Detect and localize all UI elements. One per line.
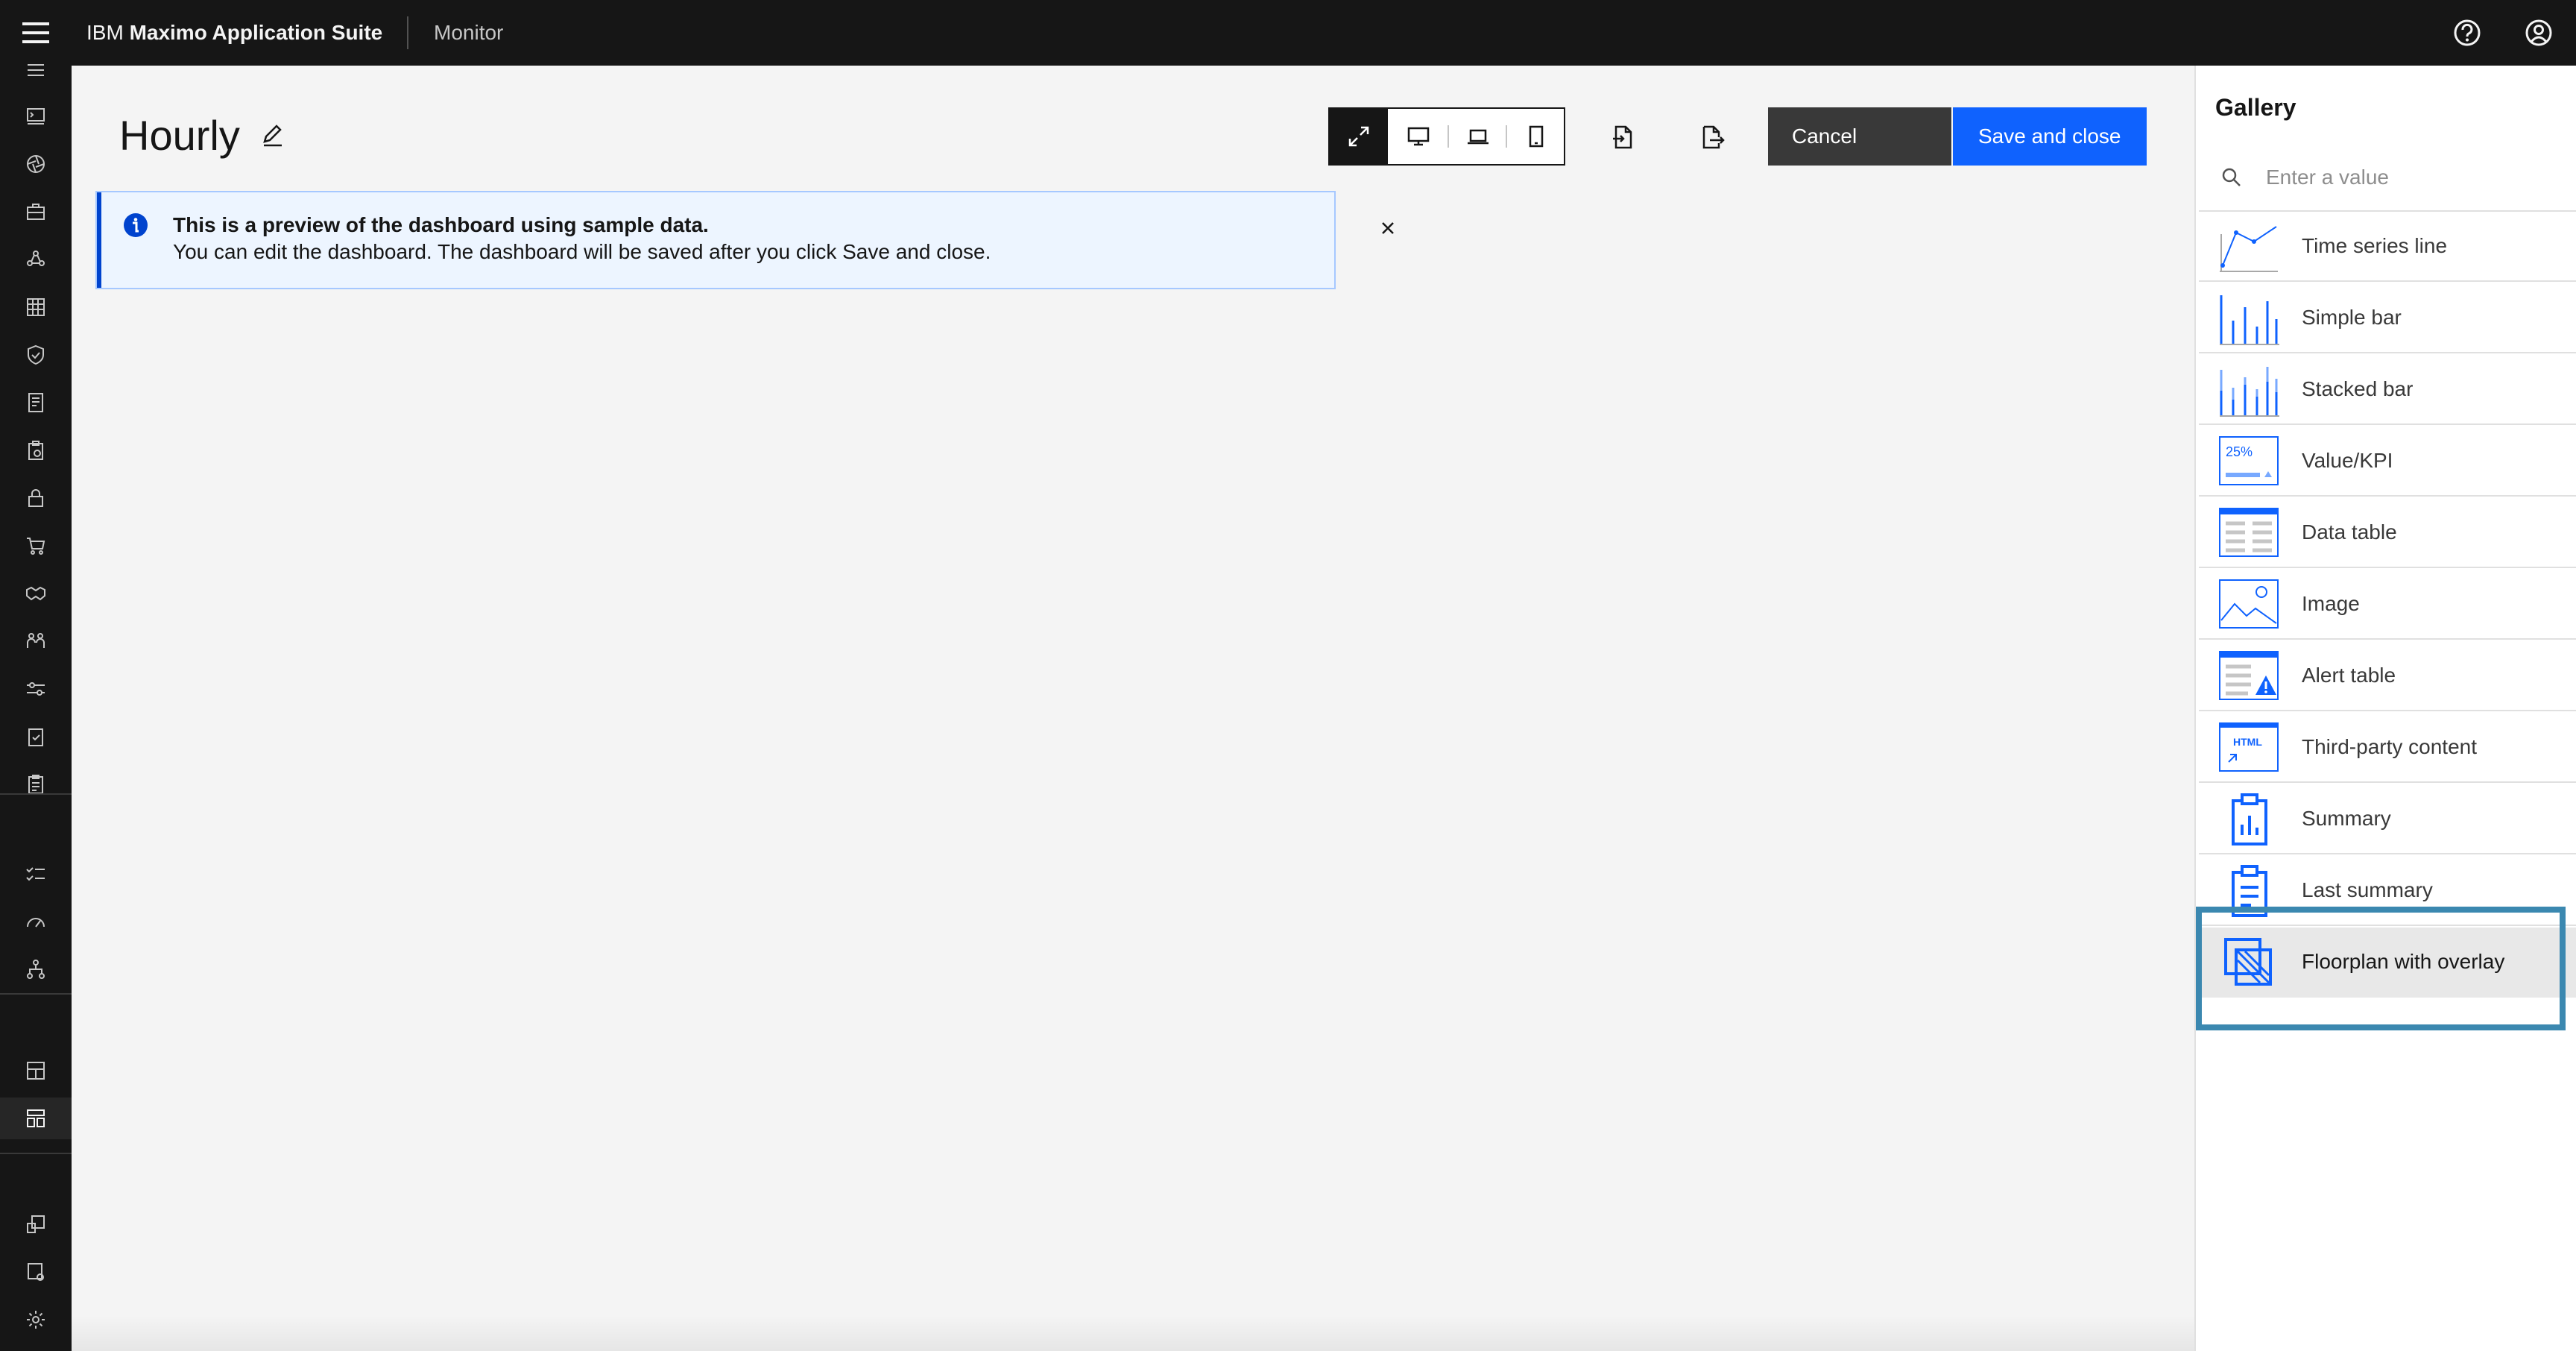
top-header: IBM Maximo Application Suite Monitor (0, 0, 2576, 66)
header-divider (407, 16, 408, 49)
notification-body: You can edit the dashboard. The dashboar… (173, 240, 991, 263)
fit-to-screen-icon[interactable] (1330, 109, 1388, 164)
desktop-icon[interactable] (1389, 109, 1448, 164)
asset-icon[interactable] (0, 1203, 72, 1245)
lock-icon[interactable] (0, 477, 72, 519)
brand-prefix: IBM (86, 21, 124, 44)
brand-name[interactable]: IBM Maximo Application Suite (86, 16, 382, 49)
gallery-search (2199, 143, 2576, 212)
gallery-item-label: Value/KPI (2302, 449, 2393, 472)
gallery-item-label: Image (2302, 592, 2360, 615)
list-icon[interactable] (0, 49, 72, 91)
simple-bar-icon (2220, 295, 2279, 345)
tablet-icon[interactable] (1507, 109, 1565, 164)
gallery-item-summary[interactable]: Summary (2199, 784, 2576, 854)
gallery-item-label: Last summary (2302, 878, 2433, 901)
html-thumb-text: HTML (2233, 736, 2262, 748)
value-kpi-icon: 25% (2219, 436, 2279, 485)
save-and-close-button[interactable]: Save and close (1953, 107, 2147, 166)
notification-accent-bar (97, 192, 101, 288)
gallery-item-label: Data table (2302, 520, 2397, 544)
pencil-icon[interactable] (258, 121, 288, 151)
summary-icon (2232, 793, 2267, 845)
gallery-item-data-table[interactable]: Data table (2199, 498, 2576, 568)
task-icon[interactable] (0, 716, 72, 758)
gallery-item-stacked-bar[interactable]: Stacked bar (2199, 355, 2576, 425)
gallery-item-floorplan-with-overlay[interactable]: Floorplan with overlay (2199, 928, 2576, 998)
alert-table-icon (2219, 651, 2279, 700)
handshake-icon[interactable] (0, 573, 72, 614)
kpi-thumb-text: 25% (2226, 444, 2253, 459)
gallery-item-label: Alert table (2302, 664, 2396, 687)
gallery-item-label: Floorplan with overlay (2302, 950, 2505, 973)
page-title: Hourly (119, 112, 240, 159)
export-icon[interactable] (1683, 107, 1743, 166)
import-icon[interactable] (1594, 107, 1653, 166)
html-content-icon: HTML (2219, 722, 2279, 772)
brand-product: Maximo Application Suite (129, 21, 383, 44)
search-icon (2222, 168, 2241, 186)
gallery-item-alert-table[interactable]: Alert table (2199, 641, 2576, 711)
close-icon[interactable] (1373, 213, 1403, 243)
gear-icon[interactable] (0, 1299, 72, 1341)
flow-icon[interactable] (0, 239, 72, 280)
data-table-icon (2219, 508, 2279, 557)
gallery-item-image[interactable]: Image (2199, 570, 2576, 640)
report-icon[interactable] (0, 763, 72, 805)
gallery-item-third-party-content[interactable]: HTML Third-party content (2199, 713, 2576, 783)
security-settings-icon[interactable] (0, 1251, 72, 1293)
calendar-grid-icon[interactable] (0, 286, 72, 328)
help-icon[interactable] (2446, 12, 2488, 54)
collaborate-icon[interactable] (0, 620, 72, 662)
document-icon[interactable] (0, 382, 72, 423)
gallery-item-last-summary[interactable]: Last summary (2199, 856, 2576, 926)
info-icon (124, 213, 148, 237)
gallery-item-time-series-line[interactable]: Time series line (2199, 212, 2576, 282)
gallery-title: Gallery (2215, 94, 2296, 121)
gallery-item-label: Time series line (2302, 234, 2448, 257)
gallery-item-simple-bar[interactable]: Simple bar (2199, 283, 2576, 353)
checklist-icon[interactable] (0, 853, 72, 895)
gallery-item-label: Third-party content (2302, 735, 2477, 758)
laptop-icon[interactable] (1449, 109, 1507, 164)
hierarchy-icon[interactable] (0, 948, 72, 990)
stacked-bar-icon (2220, 367, 2279, 417)
menu-icon[interactable] (15, 13, 57, 52)
floorplan-icon (2224, 938, 2272, 986)
info-notification: This is a preview of the dashboard using… (95, 191, 1394, 289)
gauge-icon[interactable] (0, 901, 72, 942)
gallery-item-label: Summary (2302, 807, 2391, 830)
terminal-icon[interactable] (0, 95, 72, 137)
view-mode-switcher (1328, 107, 1565, 166)
sliders-icon[interactable] (0, 668, 72, 710)
toolbox-icon[interactable] (0, 191, 72, 233)
dashboard-grid-icon[interactable] (0, 1050, 72, 1092)
layout-icon[interactable] (0, 1098, 72, 1139)
aperture-icon[interactable] (0, 143, 72, 185)
nav-divider (0, 1153, 72, 1154)
gallery-item-label: Simple bar (2302, 306, 2402, 329)
gallery-item-label: Stacked bar (2302, 377, 2414, 400)
shield-icon[interactable] (0, 334, 72, 376)
cart-icon[interactable] (0, 525, 72, 567)
side-nav (0, 64, 72, 1351)
time-series-line-icon (2220, 226, 2278, 272)
image-icon (2219, 579, 2279, 629)
search-input[interactable] (2264, 158, 2566, 197)
last-summary-icon (2232, 865, 2267, 917)
nav-divider (0, 993, 72, 995)
clipboard-icon[interactable] (0, 429, 72, 471)
user-avatar-icon[interactable] (2518, 12, 2560, 54)
app-name: Monitor (434, 21, 504, 44)
nav-divider (0, 793, 72, 795)
cancel-button[interactable]: Cancel (1768, 107, 1951, 166)
gallery-item-value-kpi[interactable]: 25% Value/KPI (2199, 426, 2576, 497)
canvas-bottom-shadow (72, 1315, 2194, 1351)
notification-title: This is a preview of the dashboard using… (173, 213, 709, 236)
gallery-panel: Gallery Time series line Simple bar Stac… (2194, 66, 2576, 1351)
